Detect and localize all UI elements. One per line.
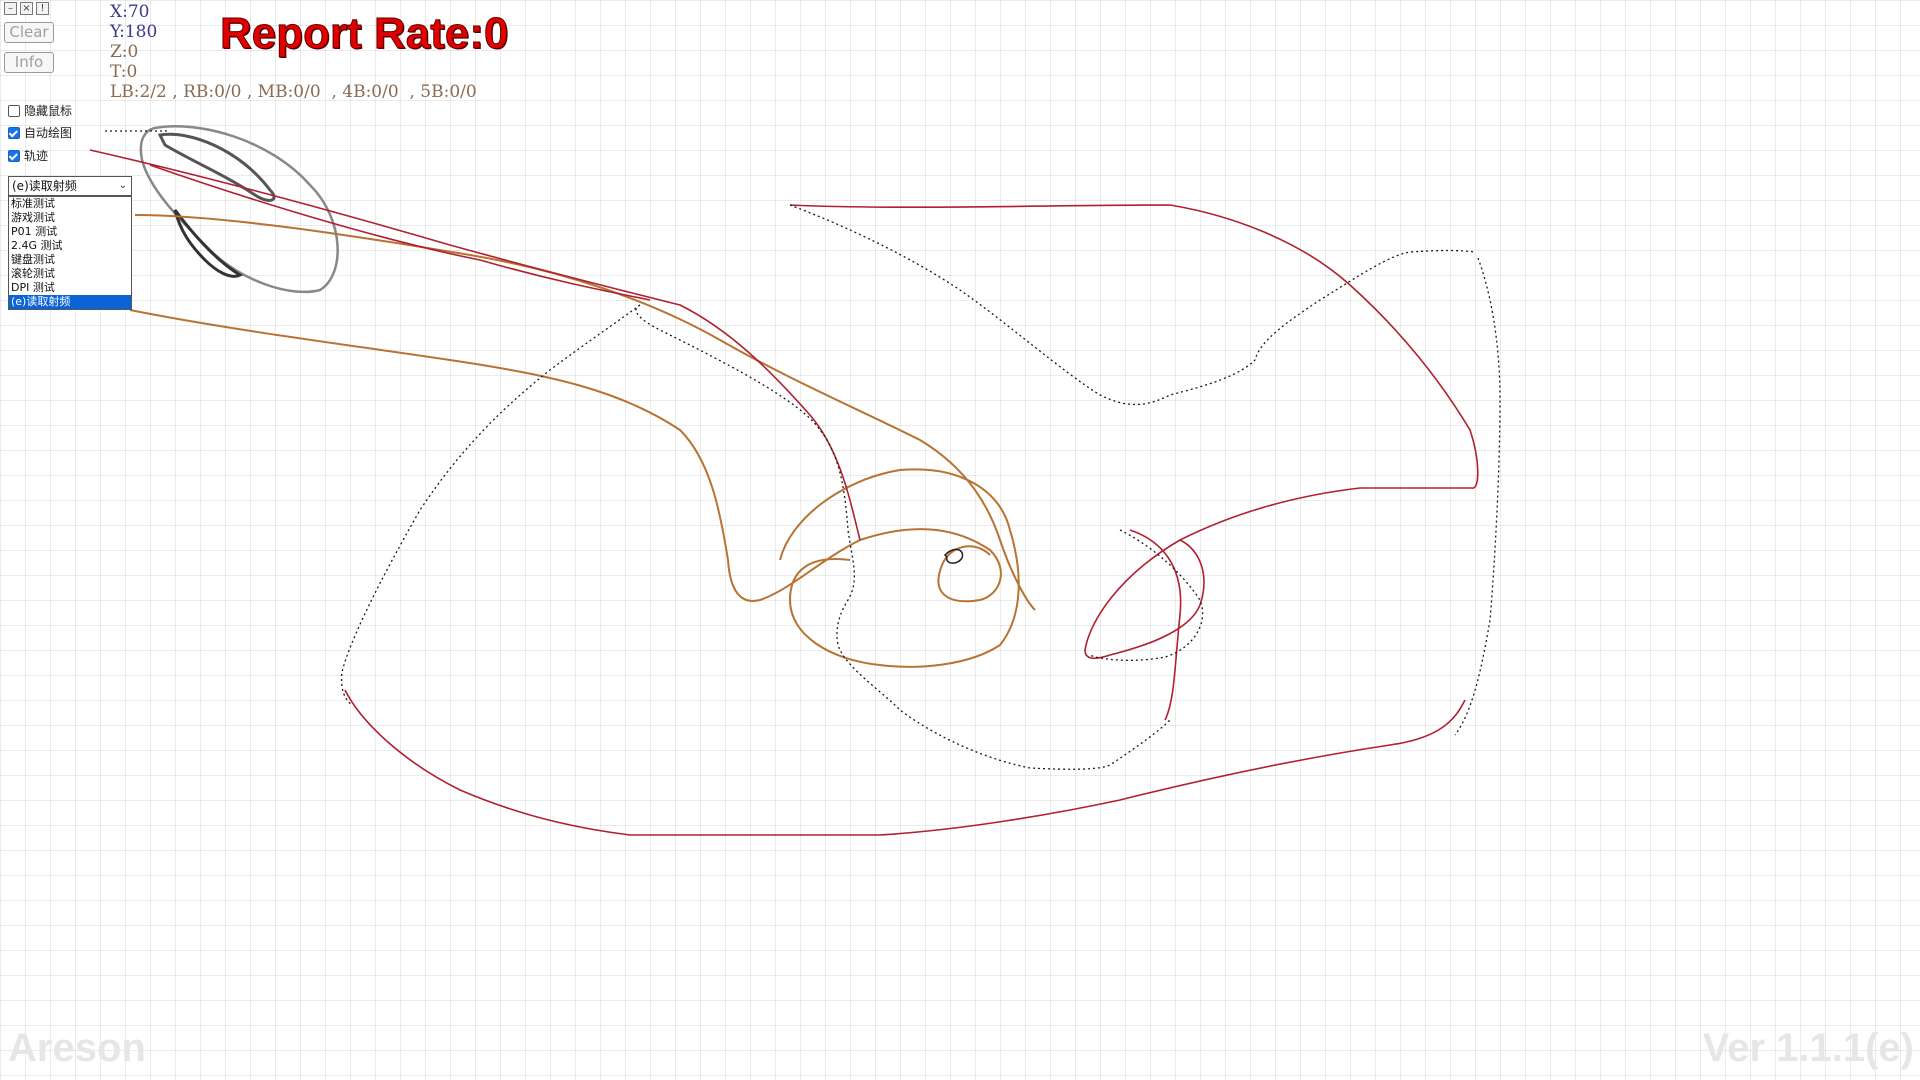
trace-label: 轨迹 bbox=[24, 149, 49, 163]
trace-checkbox[interactable] bbox=[8, 150, 20, 162]
dropdown-option[interactable]: (e)读取射频 bbox=[9, 295, 131, 309]
mouse-test-canvas[interactable]: – × ! Clear Info X:70 Y:180 Z:0 T:0 LB:2… bbox=[0, 0, 1920, 1080]
dropdown-option[interactable]: P01 测试 bbox=[9, 225, 131, 239]
button-counts: LB:2/2 , RB:0/0 , MB:0/0 , 4B:0/0 , 5B:0… bbox=[110, 82, 477, 102]
auto-draw-option[interactable]: 自动绘图 bbox=[8, 126, 72, 140]
report-rate-title: Report Rate:0 bbox=[220, 9, 509, 59]
hide-cursor-checkbox[interactable] bbox=[8, 105, 20, 117]
chevron-down-icon[interactable]: ⌄ bbox=[119, 177, 127, 195]
dropdown-option[interactable]: 键盘测试 bbox=[9, 253, 131, 267]
y-coordinate: Y:180 bbox=[110, 22, 158, 42]
trace-option[interactable]: 轨迹 bbox=[8, 149, 48, 163]
z-coordinate: Z:0 bbox=[110, 42, 139, 62]
t-value: T:0 bbox=[110, 62, 138, 82]
window-icons: – × ! bbox=[4, 2, 49, 15]
drawing-canvas[interactable] bbox=[0, 0, 1920, 1080]
dropdown-option[interactable]: 游戏测试 bbox=[9, 211, 131, 225]
mouse-outline-drawing bbox=[139, 125, 339, 294]
x-coordinate: X:70 bbox=[110, 2, 150, 22]
hide-cursor-label: 隐藏鼠标 bbox=[24, 104, 73, 118]
test-mode-dropdown[interactable]: 标准测试 游戏测试 P01 测试 2.4G 测试 键盘测试 滚轮测试 DPI 测试 (e)读取… bbox=[8, 196, 132, 310]
version-watermark: Ver 1.1.1(e) bbox=[1702, 1026, 1914, 1070]
dropdown-option[interactable]: 滚轮测试 bbox=[9, 267, 131, 281]
auto-draw-label: 自动绘图 bbox=[24, 126, 73, 140]
dropdown-option[interactable]: DPI 测试 bbox=[9, 281, 131, 295]
trace-red bbox=[89, 149, 1479, 836]
trace-brown bbox=[129, 214, 1036, 668]
brand-watermark: Areson bbox=[8, 1026, 146, 1070]
close-icon[interactable]: × bbox=[20, 2, 33, 15]
dropdown-option[interactable]: 2.4G 测试 bbox=[9, 239, 131, 253]
clear-button[interactable]: Clear bbox=[4, 22, 54, 43]
minimize-icon[interactable]: – bbox=[4, 2, 17, 15]
hide-cursor-option[interactable]: 隐藏鼠标 bbox=[8, 104, 72, 118]
test-mode-value: (e)读取射频 bbox=[12, 179, 77, 193]
dropdown-option[interactable]: 标准测试 bbox=[9, 197, 131, 211]
info-button[interactable]: Info bbox=[4, 52, 54, 73]
info-icon[interactable]: ! bbox=[36, 2, 49, 15]
coordinate-readout: X:70 Y:180 Z:0 T:0 bbox=[110, 2, 157, 82]
auto-draw-checkbox[interactable] bbox=[8, 127, 20, 139]
trace-dark bbox=[105, 130, 1501, 770]
test-mode-select[interactable]: (e)读取射频 ⌄ bbox=[8, 176, 132, 196]
